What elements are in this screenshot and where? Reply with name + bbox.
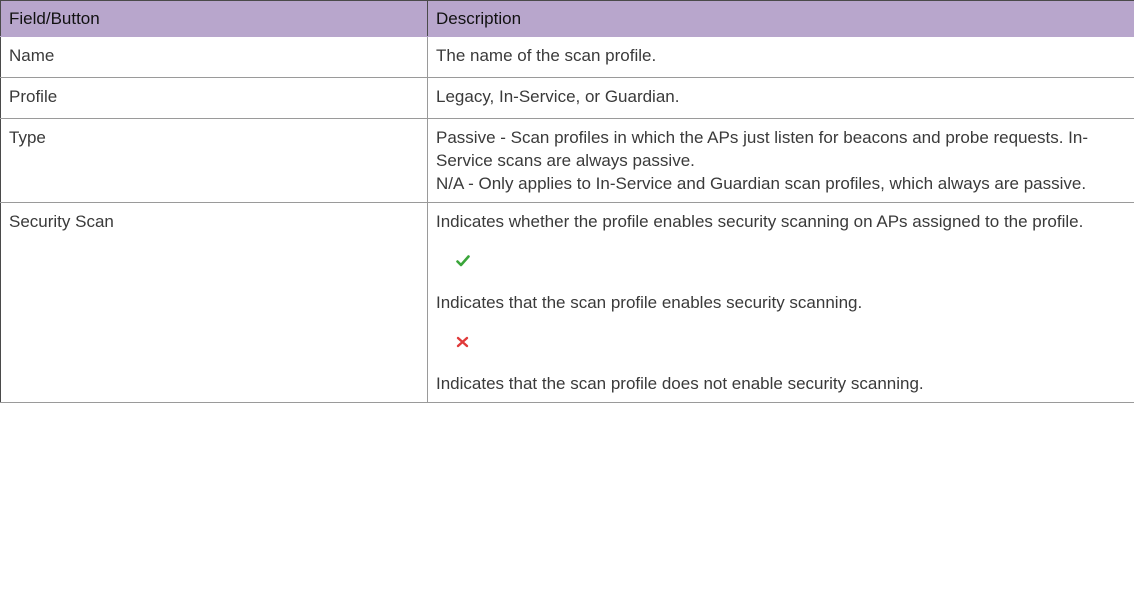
table-row-security-scan: Security Scan Indicates whether the prof… — [0, 202, 1134, 403]
description-security-scan: Indicates whether the profile enables se… — [427, 202, 1134, 403]
disabled-icon-line — [436, 330, 1124, 354]
field-description-table: Field/Button Description Name The name o… — [0, 0, 1134, 403]
x-icon — [456, 336, 469, 348]
enabled-icon-line — [436, 249, 1124, 273]
header-description: Description — [427, 0, 1134, 37]
description-type: Passive - Scan profiles in which the APs… — [427, 118, 1134, 203]
table-header-row: Field/Button Description — [0, 0, 1134, 37]
enabled-text: Indicates that the scan profile enables … — [436, 293, 863, 312]
description-name: The name of the scan profile. — [427, 36, 1134, 78]
check-icon — [456, 255, 470, 267]
table-row-type: Type Passive - Scan profiles in which th… — [0, 118, 1134, 203]
field-profile: Profile — [0, 77, 428, 119]
description-profile: Legacy, In-Service, or Guardian. — [427, 77, 1134, 119]
type-passive-text: Passive - Scan profiles in which the APs… — [436, 128, 1089, 170]
table-row-profile: Profile Legacy, In-Service, or Guardian. — [0, 77, 1134, 119]
header-field: Field/Button — [0, 0, 428, 37]
disabled-text: Indicates that the scan profile does not… — [436, 374, 924, 393]
field-name: Name — [0, 36, 428, 78]
table-row-name: Name The name of the scan profile. — [0, 36, 1134, 78]
security-scan-intro: Indicates whether the profile enables se… — [436, 212, 1084, 231]
field-security-scan: Security Scan — [0, 202, 428, 403]
type-na-text: N/A - Only applies to In-Service and Gua… — [436, 174, 1087, 193]
field-type: Type — [0, 118, 428, 203]
